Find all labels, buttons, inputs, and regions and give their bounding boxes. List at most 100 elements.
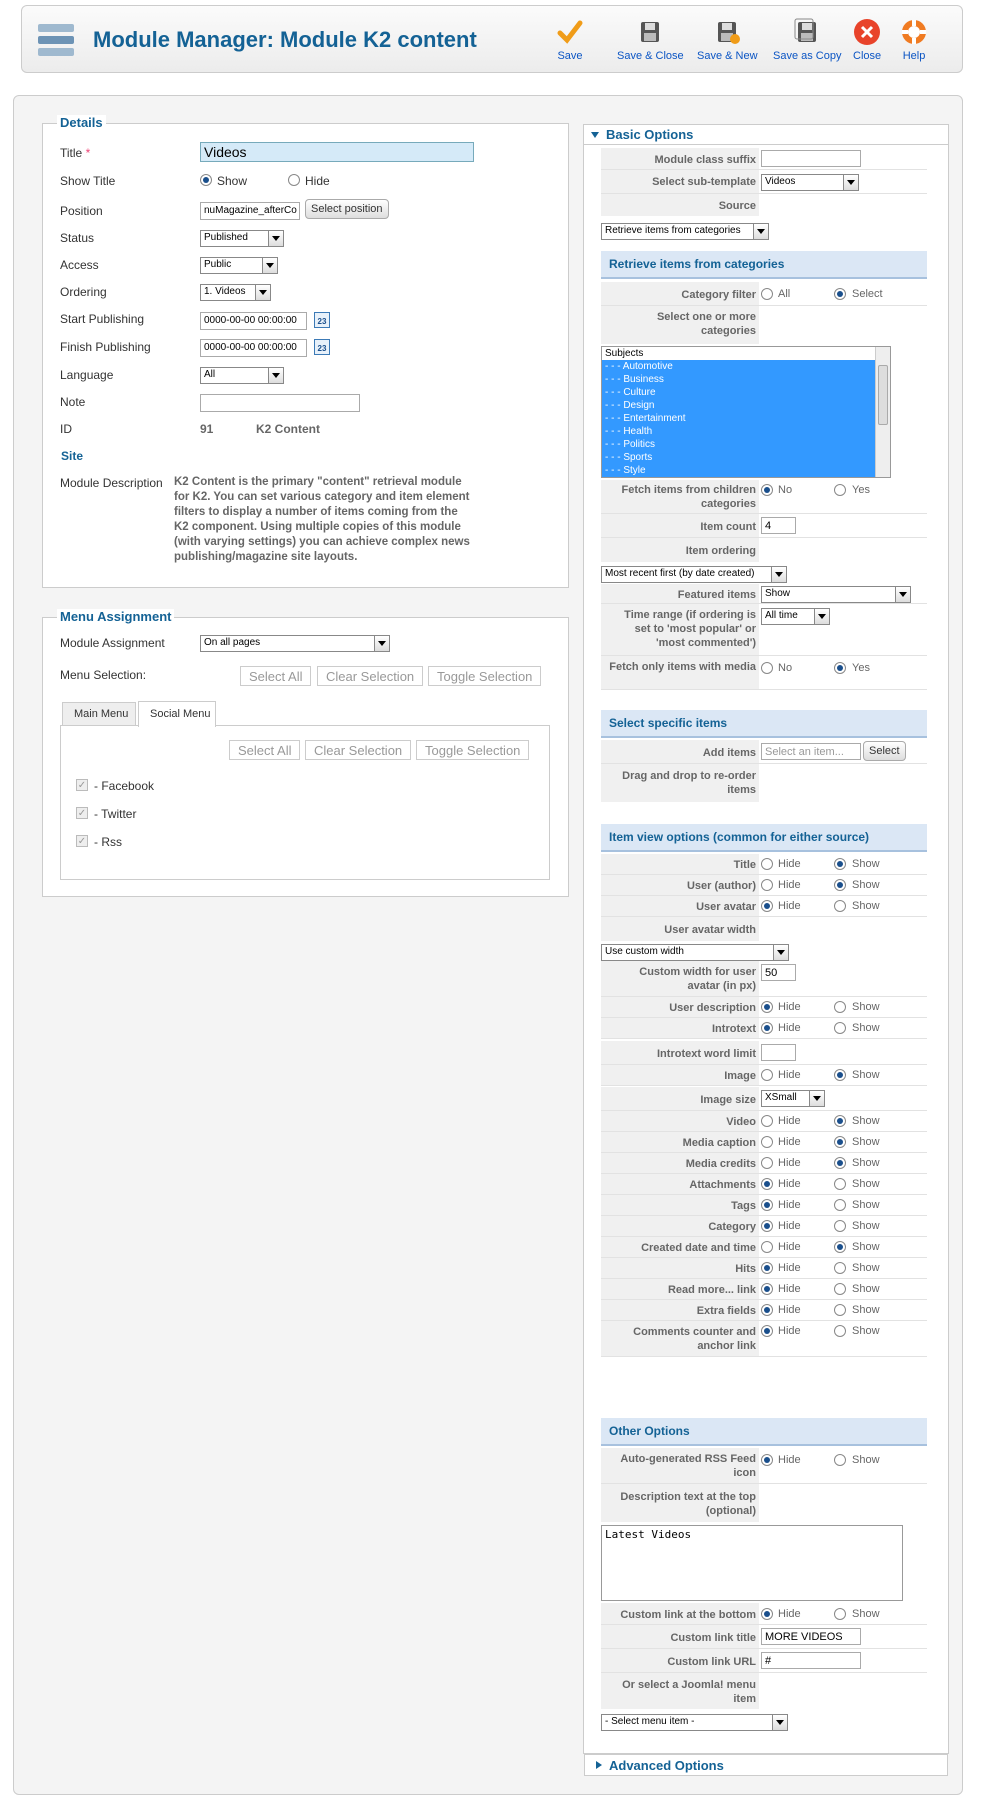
help-button[interactable]: Help: [900, 18, 928, 62]
start-publishing-input[interactable]: 0000-00-00 00:00:00: [200, 312, 307, 330]
hide-radio[interactable]: [761, 1001, 773, 1013]
save-button[interactable]: Save: [556, 18, 584, 62]
hide-radio[interactable]: [761, 1220, 773, 1232]
hide-radio[interactable]: [761, 1115, 773, 1127]
rss-show-radio[interactable]: [834, 1454, 846, 1466]
rss-hide-radio[interactable]: [761, 1454, 773, 1466]
facebook-checkbox[interactable]: ✓: [76, 779, 88, 791]
title-input[interactable]: Videos: [200, 142, 474, 162]
source-select[interactable]: Retrieve items from categories: [601, 223, 769, 240]
rss-checkbox[interactable]: ✓: [76, 835, 88, 847]
show-radio[interactable]: [834, 1262, 846, 1274]
category-option[interactable]: - - - Design: [602, 399, 890, 412]
custom-link-show-radio[interactable]: [834, 1608, 846, 1620]
categories-listbox[interactable]: Subjects - - - Automotive - - - Business - …: [601, 346, 891, 478]
hide-radio[interactable]: [761, 1304, 773, 1316]
subtemplate-select[interactable]: Videos: [761, 174, 859, 191]
avatar-width-select[interactable]: Use custom width: [601, 944, 789, 961]
hide-radio[interactable]: [761, 1262, 773, 1274]
joomla-menu-select[interactable]: - Select menu item -: [601, 1714, 788, 1731]
show-radio[interactable]: [834, 1157, 846, 1169]
category-option[interactable]: - - - Style: [602, 464, 890, 477]
category-option[interactable]: - - - Politics: [602, 438, 890, 451]
finish-calendar-icon[interactable]: 23: [314, 339, 330, 355]
hide-radio[interactable]: [761, 1241, 773, 1253]
category-option[interactable]: - - - Entertainment: [602, 412, 890, 425]
category-option[interactable]: - - - Sports: [602, 451, 890, 464]
hide-radio[interactable]: [761, 1283, 773, 1295]
save-close-button[interactable]: Save & Close: [617, 18, 684, 62]
save-new-button[interactable]: Save & New: [697, 18, 758, 62]
image-size-select[interactable]: XSmall: [761, 1090, 825, 1107]
status-select[interactable]: Published: [200, 230, 284, 247]
hide-radio[interactable]: [761, 1157, 773, 1169]
show-radio[interactable]: [834, 1115, 846, 1127]
tab-select-all-button[interactable]: Select All: [229, 740, 301, 760]
hide-radio[interactable]: [761, 1022, 773, 1034]
hide-radio[interactable]: [761, 1178, 773, 1190]
toggle-selection-button[interactable]: Toggle Selection: [428, 666, 542, 686]
hide-radio[interactable]: [761, 1069, 773, 1081]
show-radio[interactable]: [834, 1022, 846, 1034]
ordering-select[interactable]: 1. Videos: [200, 284, 271, 301]
show-radio[interactable]: [834, 1241, 846, 1253]
category-option[interactable]: - - - Automotive: [602, 360, 890, 373]
show-radio[interactable]: [834, 858, 846, 870]
category-option[interactable]: - - - Business: [602, 373, 890, 386]
add-items-input[interactable]: Select an item...: [761, 743, 861, 760]
fetch-media-yes-radio[interactable]: [834, 662, 846, 674]
show-radio[interactable]: [834, 900, 846, 912]
tab-social-menu[interactable]: Social Menu: [138, 701, 216, 727]
tab-main-menu[interactable]: Main Menu: [62, 702, 136, 726]
custom-link-hide-radio[interactable]: [761, 1608, 773, 1620]
class-suffix-input[interactable]: [761, 150, 861, 167]
show-title-hide-radio[interactable]: [288, 174, 300, 186]
fetch-media-no-radio[interactable]: [761, 662, 773, 674]
link-title-input[interactable]: MORE VIDEOS: [761, 1628, 861, 1645]
language-select[interactable]: All: [200, 367, 284, 384]
category-option[interactable]: - - - Culture: [602, 386, 890, 399]
show-radio[interactable]: [834, 1283, 846, 1295]
show-radio[interactable]: [834, 1069, 846, 1081]
desc-top-textarea[interactable]: Latest Videos: [601, 1525, 903, 1601]
show-radio[interactable]: [834, 1220, 846, 1232]
category-option[interactable]: Subjects: [602, 347, 890, 360]
show-radio[interactable]: [834, 1001, 846, 1013]
show-radio[interactable]: [834, 879, 846, 891]
basic-options-header[interactable]: Basic Options: [584, 125, 948, 145]
start-calendar-icon[interactable]: 23: [314, 312, 330, 328]
select-item-button[interactable]: Select: [863, 741, 906, 761]
hide-radio[interactable]: [761, 900, 773, 912]
listbox-scrollbar[interactable]: [875, 347, 890, 477]
clear-selection-button[interactable]: Clear Selection: [317, 666, 424, 686]
finish-publishing-input[interactable]: 0000-00-00 00:00:00: [200, 339, 307, 357]
link-url-input[interactable]: #: [761, 1652, 861, 1669]
show-radio[interactable]: [834, 1178, 846, 1190]
select-position-button[interactable]: Select position: [305, 199, 389, 219]
twitter-checkbox[interactable]: ✓: [76, 807, 88, 819]
show-title-show-radio[interactable]: [200, 174, 212, 186]
category-all-radio[interactable]: [761, 288, 773, 300]
close-button[interactable]: Close: [853, 18, 881, 62]
tab-toggle-selection-button[interactable]: Toggle Selection: [416, 740, 530, 760]
category-option[interactable]: - - - Health: [602, 425, 890, 438]
hide-radio[interactable]: [761, 1199, 773, 1211]
note-input[interactable]: [200, 394, 360, 412]
custom-width-input[interactable]: 50: [761, 964, 796, 981]
hide-radio[interactable]: [761, 858, 773, 870]
show-radio[interactable]: [834, 1304, 846, 1316]
tab-clear-selection-button[interactable]: Clear Selection: [305, 740, 412, 760]
time-range-select[interactable]: All time: [761, 608, 830, 625]
save-copy-button[interactable]: Save as Copy: [773, 18, 841, 62]
advanced-options-header[interactable]: Advanced Options: [584, 1754, 948, 1776]
hide-radio[interactable]: [761, 1325, 773, 1337]
category-select-radio[interactable]: [834, 288, 846, 300]
show-radio[interactable]: [834, 1136, 846, 1148]
show-radio[interactable]: [834, 1325, 846, 1337]
fetch-children-yes-radio[interactable]: [834, 484, 846, 496]
featured-select[interactable]: Show: [761, 586, 911, 603]
module-assignment-select[interactable]: On all pages: [200, 635, 390, 652]
item-count-input[interactable]: 4: [761, 517, 796, 534]
select-all-button[interactable]: Select All: [240, 666, 312, 686]
show-radio[interactable]: [834, 1199, 846, 1211]
